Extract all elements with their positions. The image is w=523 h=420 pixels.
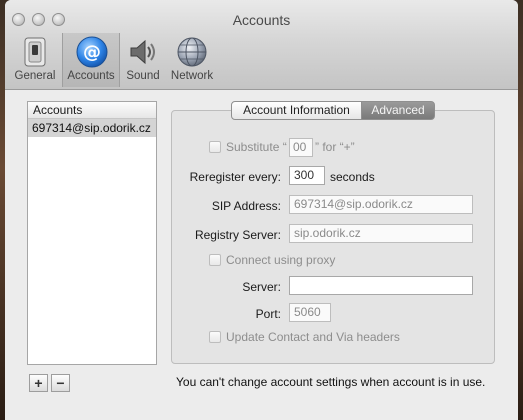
toolbar-item-network[interactable]: Network <box>167 33 217 87</box>
reregister-label: Reregister every: <box>189 170 281 184</box>
tab-advanced[interactable]: Advanced <box>361 101 435 120</box>
remove-account-button[interactable]: − <box>51 374 70 392</box>
port-label: Port: <box>255 307 281 321</box>
substitute-prefix-field[interactable]: 00 <box>289 138 313 157</box>
registry-server-field[interactable]: sip.odorik.cz <box>289 224 473 243</box>
server-label: Server: <box>242 280 281 294</box>
update-headers-label: Update Contact and Via headers <box>226 330 400 344</box>
toolbar-item-general[interactable]: General <box>11 33 59 87</box>
toolbar-item-sound[interactable]: Sound <box>123 33 163 87</box>
status-message: You can't change account settings when a… <box>176 375 486 389</box>
accounts-list[interactable]: Accounts 697314@sip.odorik.cz <box>27 101 157 365</box>
svg-text:@: @ <box>83 42 101 63</box>
registry-server-label: Registry Server: <box>194 228 281 242</box>
port-field[interactable]: 5060 <box>289 303 331 322</box>
update-headers-checkbox[interactable] <box>209 331 221 343</box>
sip-address-field[interactable]: 697314@sip.odorik.cz <box>289 195 473 214</box>
toolbar-label-network: Network <box>170 70 214 82</box>
sip-address-label: SIP Address: <box>211 199 281 213</box>
window-title: Accounts <box>232 12 291 28</box>
accounts-list-header[interactable]: Accounts <box>28 102 156 119</box>
add-account-button[interactable]: + <box>29 374 48 392</box>
toolbar-label-sound: Sound <box>126 70 160 82</box>
reregister-field[interactable]: 300 <box>289 166 325 185</box>
toolbar-label-general: General <box>14 70 56 82</box>
server-field[interactable] <box>289 276 473 295</box>
toolbar-label-accounts: Accounts <box>67 70 115 82</box>
titlebar: Accounts General @ Accounts Sound Networ… <box>5 0 518 90</box>
proxy-checkbox[interactable] <box>209 254 221 266</box>
switch-icon <box>24 37 46 67</box>
accounts-window: Accounts General @ Accounts Sound Networ… <box>5 0 518 420</box>
at-sign-icon: @ <box>76 36 108 68</box>
account-row[interactable]: 697314@sip.odorik.cz <box>28 119 156 137</box>
reregister-unit: seconds <box>330 170 375 184</box>
proxy-label: Connect using proxy <box>226 253 336 267</box>
globe-icon <box>177 37 207 67</box>
toolbar-item-accounts[interactable]: @ Accounts <box>62 33 120 87</box>
substitute-checkbox[interactable] <box>209 141 221 153</box>
substitute-label-pre: Substitute “ <box>226 140 287 154</box>
substitute-label-post: ” for “+” <box>315 140 355 154</box>
tab-account-information[interactable]: Account Information <box>231 101 362 120</box>
speaker-icon <box>130 39 155 65</box>
